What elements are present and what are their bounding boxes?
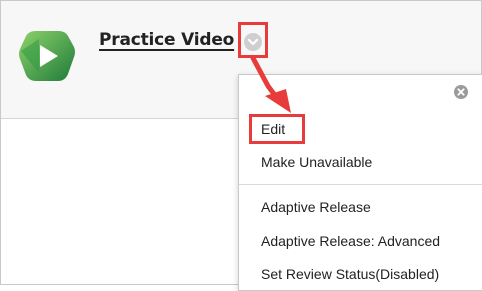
panopto-play-icon — [19, 31, 75, 81]
menu-divider — [239, 184, 482, 185]
context-menu: Edit Make Unavailable Adaptive Release A… — [238, 74, 482, 291]
item-menu-button[interactable] — [238, 22, 268, 58]
menu-item-adaptive-release[interactable]: Adaptive Release — [261, 199, 371, 215]
menu-item-set-review-status[interactable]: Set Review Status(Disabled) — [261, 266, 439, 282]
menu-item-adaptive-release-advanced[interactable]: Adaptive Release: Advanced — [261, 233, 440, 249]
menu-item-edit-label: Edit — [261, 121, 286, 137]
menu-item-make-unavailable[interactable]: Make Unavailable — [261, 154, 372, 170]
close-circle-icon[interactable] — [453, 84, 469, 100]
chevron-down-icon — [244, 33, 262, 51]
menu-item-edit[interactable]: Edit — [249, 114, 305, 144]
content-item-title[interactable]: Practice Video — [99, 30, 234, 50]
